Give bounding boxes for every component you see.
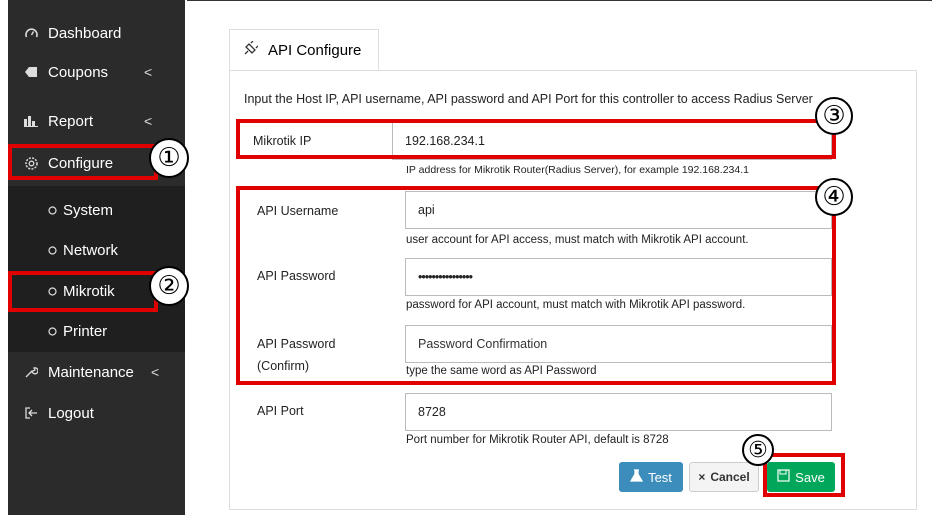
tab-label: API Configure (268, 42, 362, 59)
sidebar-item-label: Maintenance (48, 363, 134, 381)
sidebar-item-dashboard[interactable]: Dashboard (8, 13, 185, 53)
highlight-mikrotik-ip (236, 119, 836, 159)
sidebar-item-label: System (63, 201, 114, 219)
cancel-button[interactable]: × Cancel (689, 462, 759, 492)
sidebar: Dashboard Coupons < Report < Configure S… (8, 0, 185, 515)
sidebar-item-label: Coupons (48, 63, 109, 81)
sidebar-item-printer[interactable]: Printer (8, 311, 185, 351)
chevron-left-icon: < (151, 364, 160, 380)
plug-icon (242, 40, 259, 61)
circle-icon (44, 323, 60, 339)
annotation-1: ① (149, 138, 189, 178)
sidebar-item-system[interactable]: System (8, 190, 185, 230)
highlight-api-credentials (236, 186, 836, 385)
close-icon: × (698, 470, 706, 484)
cancel-label: Cancel (710, 470, 750, 484)
logout-icon (23, 405, 39, 421)
test-label: Test (648, 469, 672, 485)
tag-icon (23, 64, 39, 80)
sidebar-item-coupons[interactable]: Coupons < (8, 52, 185, 92)
api-port-label: API Port (257, 404, 304, 418)
annotation-5: ⑤ (742, 434, 774, 466)
wrench-icon (23, 364, 39, 380)
api-port-input[interactable]: 8728 (405, 393, 832, 431)
highlight-configure (8, 144, 158, 180)
chevron-left-icon: < (144, 64, 153, 80)
chevron-left-icon: < (144, 113, 153, 129)
sidebar-item-label: Logout (48, 404, 94, 422)
gauge-icon (23, 25, 39, 41)
highlight-mikrotik (8, 271, 158, 312)
sidebar-item-maintenance[interactable]: Maintenance < (8, 352, 185, 392)
tab-api-configure[interactable]: API Configure (229, 29, 379, 71)
intro-text: Input the Host IP, API username, API pas… (244, 92, 813, 106)
bar-chart-icon (23, 113, 39, 129)
circle-icon (44, 242, 60, 258)
annotation-4: ④ (815, 178, 853, 216)
annotation-2: ② (149, 266, 189, 306)
sidebar-item-label: Printer (63, 322, 108, 340)
flask-icon (630, 469, 644, 485)
sidebar-item-label: Network (63, 241, 119, 259)
sidebar-item-logout[interactable]: Logout (8, 393, 185, 433)
annotation-3: ③ (815, 97, 853, 135)
highlight-save (763, 453, 845, 497)
mikrotik-ip-hint: IP address for Mikrotik Router(Radius Se… (406, 164, 749, 176)
sidebar-item-report[interactable]: Report < (8, 101, 185, 141)
test-button[interactable]: Test (619, 462, 683, 492)
circle-icon (44, 202, 60, 218)
sidebar-item-network[interactable]: Network (8, 230, 185, 270)
sidebar-item-label: Dashboard (48, 24, 122, 42)
api-port-hint: Port number for Mikrotik Router API, def… (406, 434, 669, 446)
sidebar-item-label: Report (48, 112, 94, 130)
